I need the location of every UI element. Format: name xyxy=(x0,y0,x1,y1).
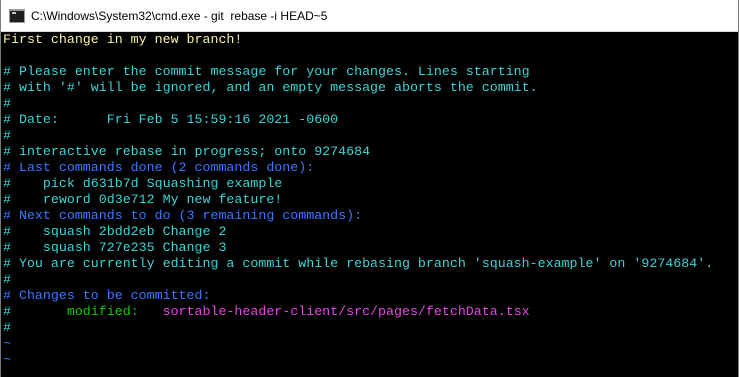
terminal-text: First change in my new branch! xyxy=(3,32,243,47)
terminal-line: # Next commands to do (3 remaining comma… xyxy=(3,208,738,224)
terminal-line: # xyxy=(3,320,738,336)
terminal-line: # pick d631b7d Squashing example xyxy=(3,176,738,192)
window-title: C:\Windows\System32\cmd.exe - git rebase… xyxy=(31,8,328,23)
terminal-text: # xyxy=(3,96,11,111)
terminal-text: ~ xyxy=(3,352,11,367)
terminal-line: ~ xyxy=(3,336,738,352)
terminal-text: # Changes to be committed: xyxy=(3,288,211,303)
terminal-line: # squash 2bdd2eb Change 2 xyxy=(3,224,738,240)
terminal-line: # modified: sortable-header-client/src/p… xyxy=(3,304,738,320)
terminal-line: # Date: Fri Feb 5 15:59:16 2021 -0600 xyxy=(3,112,738,128)
terminal-text: # reword 0d3e712 My new feature! xyxy=(3,192,283,207)
terminal-text: # with '#' will be ignored, and an empty… xyxy=(3,80,538,95)
terminal-text: # Last commands done (2 commands done): xyxy=(3,160,315,175)
title-bar[interactable]: C:\Windows\System32\cmd.exe - git rebase… xyxy=(1,0,738,32)
terminal-line: First change in my new branch! xyxy=(3,32,738,48)
terminal-text: # xyxy=(3,272,11,287)
cmd-window: C:\Windows\System32\cmd.exe - git rebase… xyxy=(0,0,739,377)
terminal-text: # squash 2bdd2eb Change 2 xyxy=(3,224,227,239)
terminal-text: ~ xyxy=(3,336,11,351)
cmd-console-icon xyxy=(9,8,25,23)
terminal-text: # interactive rebase in progress; onto 9… xyxy=(3,144,371,159)
terminal-line: # Last commands done (2 commands done): xyxy=(3,160,738,176)
terminal-text: # xyxy=(3,320,11,335)
terminal-line: # You are currently editing a commit whi… xyxy=(3,256,738,272)
terminal-line: # xyxy=(3,96,738,112)
terminal-line: # with '#' will be ignored, and an empty… xyxy=(3,80,738,96)
terminal-text: modified: xyxy=(10,304,163,319)
terminal-text: # Date: Fri Feb 5 15:59:16 2021 -0600 xyxy=(3,112,339,127)
terminal-line: # xyxy=(3,128,738,144)
terminal-line: ~ xyxy=(3,352,738,368)
terminal-line: # Please enter the commit message for yo… xyxy=(3,64,738,80)
terminal-line: # squash 727e235 Change 3 xyxy=(3,240,738,256)
terminal-output[interactable]: First change in my new branch! # Please e… xyxy=(3,32,738,377)
terminal-text: # squash 727e235 Change 3 xyxy=(3,240,227,255)
terminal-text: # Next commands to do (3 remaining comma… xyxy=(3,208,363,223)
terminal-line: # interactive rebase in progress; onto 9… xyxy=(3,144,738,160)
terminal-text: # Please enter the commit message for yo… xyxy=(3,64,530,79)
terminal-line: # xyxy=(3,272,738,288)
terminal-text: # You are currently editing a commit whi… xyxy=(3,256,714,271)
terminal-text: # pick d631b7d Squashing example xyxy=(3,176,283,191)
terminal-text: sortable-header-client/src/pages/fetchDa… xyxy=(162,304,530,319)
terminal-text: # xyxy=(3,128,11,143)
terminal-line: # Changes to be committed: xyxy=(3,288,738,304)
terminal-text: # xyxy=(3,304,11,319)
terminal-line: # reword 0d3e712 My new feature! xyxy=(3,192,738,208)
